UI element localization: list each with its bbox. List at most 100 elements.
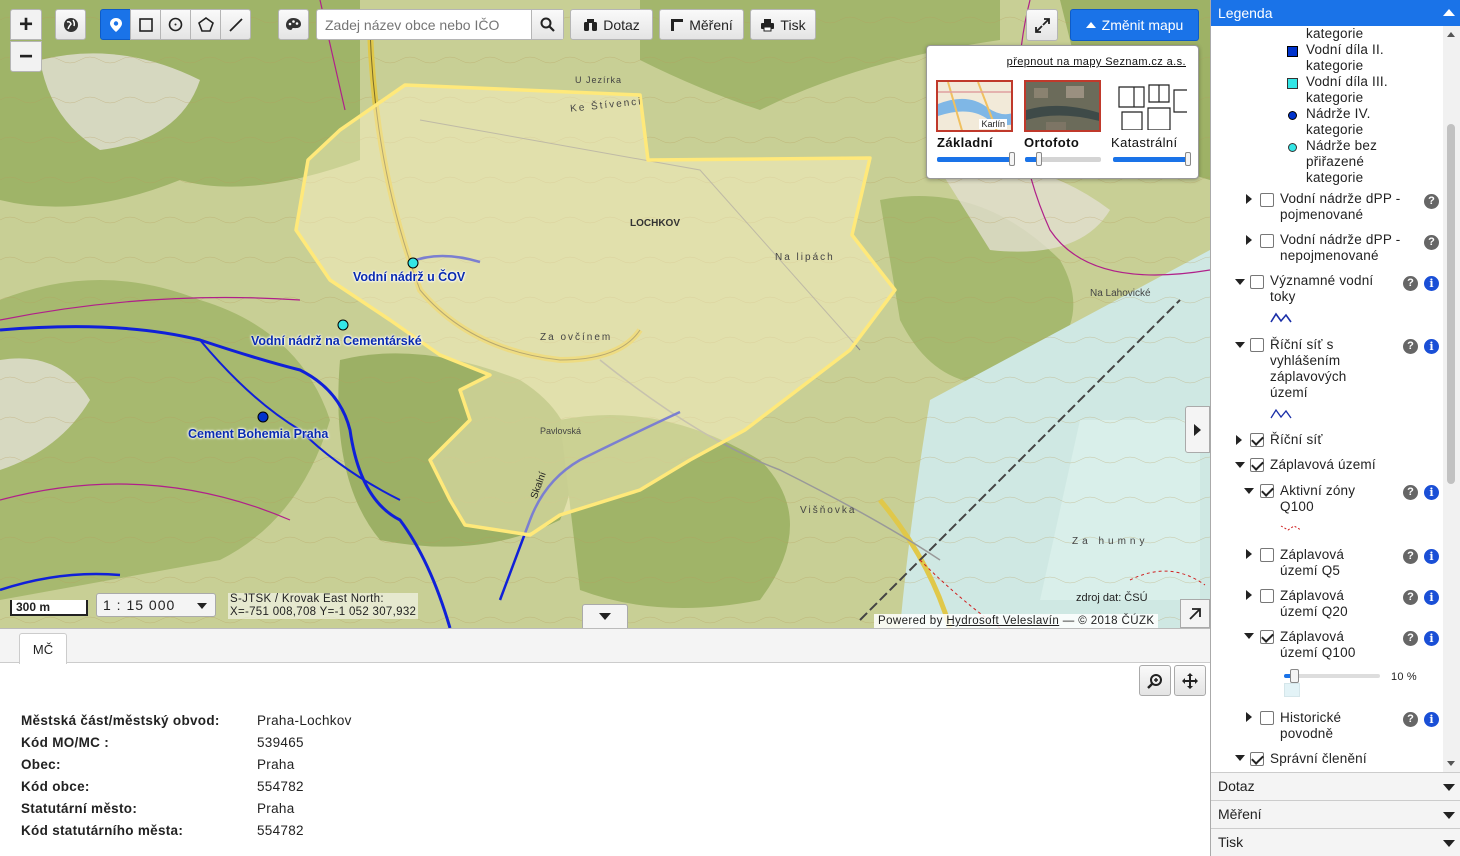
legend-text: Správní členění xyxy=(1270,751,1367,766)
layer-checkbox[interactable] xyxy=(1260,234,1274,248)
caret-down-icon[interactable] xyxy=(1244,488,1254,494)
pan-to-feature-button[interactable] xyxy=(1174,665,1206,696)
change-map-button[interactable]: Změnit mapu xyxy=(1070,9,1199,41)
help-icon[interactable]: ? xyxy=(1424,235,1439,250)
basemap-thumb-ortofoto[interactable] xyxy=(1024,80,1101,132)
info-icon[interactable]: i xyxy=(1424,549,1439,564)
coords-crs: S-JTSK / Krovak East North: xyxy=(230,593,384,605)
info-icon[interactable]: i xyxy=(1424,339,1439,354)
opacity-slider-ortofoto[interactable] xyxy=(1025,152,1101,166)
scroll-down-icon[interactable] xyxy=(1447,761,1455,766)
layer-checkbox-checked[interactable] xyxy=(1250,433,1264,447)
scroll-thumb[interactable] xyxy=(1447,124,1455,484)
caret-down-icon[interactable] xyxy=(1244,633,1254,639)
tisk-button[interactable]: Tisk xyxy=(750,9,816,40)
attribute-row: Kód statutárního města: 554782 xyxy=(21,819,352,841)
basemap-thumb-zakladni[interactable]: Karlín xyxy=(936,80,1013,132)
legend-scroll[interactable]: kategorie Vodní díla II. kategorie Vodní… xyxy=(1211,26,1460,772)
info-icon[interactable]: i xyxy=(1424,276,1439,291)
switch-seznam-link[interactable]: přepnout na mapy Seznam.cz a.s. xyxy=(1007,56,1186,68)
layers-button[interactable] xyxy=(278,9,309,40)
caret-down-icon[interactable] xyxy=(1235,279,1245,285)
tab-mc[interactable]: MČ xyxy=(19,633,67,664)
thumb-karlin-label: Karlín xyxy=(979,119,1007,129)
help-icon[interactable]: ? xyxy=(1424,194,1439,209)
caret-right-icon[interactable] xyxy=(1246,194,1252,204)
expand-bottom-button[interactable] xyxy=(582,604,628,628)
accordion-mereni[interactable]: Měření xyxy=(1211,800,1460,828)
layer-checkbox[interactable] xyxy=(1260,589,1274,603)
fullscreen-button[interactable] xyxy=(1026,9,1058,41)
map-label-lochkov: LOCHKOV xyxy=(630,218,680,229)
info-icon[interactable]: i xyxy=(1424,631,1439,646)
help-icon[interactable]: ? xyxy=(1403,590,1418,605)
accordion-dotaz[interactable]: Dotaz xyxy=(1211,772,1460,800)
polygon-tool-button[interactable] xyxy=(190,9,221,40)
layer-checkbox[interactable] xyxy=(1260,548,1274,562)
dotaz-button[interactable]: Dotaz xyxy=(570,9,653,40)
zoom-to-feature-button[interactable] xyxy=(1139,665,1171,696)
zoom-in-button[interactable]: + xyxy=(10,9,42,40)
globe-button[interactable] xyxy=(55,9,86,40)
help-icon[interactable]: ? xyxy=(1403,485,1418,500)
map-label-cementarske: Vodní nádrž na Cementárské xyxy=(251,334,422,348)
basemap-thumb-katastralni[interactable] xyxy=(1112,80,1189,132)
info-icon[interactable]: i xyxy=(1424,590,1439,605)
layer-checkbox-checked[interactable] xyxy=(1260,630,1274,644)
point-tool-button[interactable] xyxy=(100,9,131,40)
search-button[interactable] xyxy=(531,10,563,39)
slider-knob[interactable] xyxy=(1185,152,1191,166)
ruler-icon xyxy=(671,18,684,31)
accordion-tisk[interactable]: Tisk xyxy=(1211,828,1460,856)
search-input[interactable] xyxy=(317,10,531,39)
caret-down-icon[interactable] xyxy=(1235,755,1245,761)
opacity-slider-katastralni[interactable] xyxy=(1113,152,1191,166)
slider-knob[interactable] xyxy=(1036,152,1043,166)
rectangle-tool-button[interactable] xyxy=(130,9,161,40)
caret-right-icon[interactable] xyxy=(1246,590,1252,600)
layer-checkbox[interactable] xyxy=(1250,338,1264,352)
legend-header[interactable]: Legenda xyxy=(1211,0,1460,26)
opacity-slider-zakladni[interactable] xyxy=(937,152,1015,166)
layer-checkbox-checked[interactable] xyxy=(1250,458,1264,472)
attribute-value: Praha xyxy=(257,756,295,772)
help-icon[interactable]: ? xyxy=(1403,631,1418,646)
q100-opacity-slider[interactable] xyxy=(1284,669,1380,683)
map-canvas[interactable]: Vodní nádrž u ČOV Vodní nádrž na Cementá… xyxy=(0,0,1210,628)
caret-down-icon[interactable] xyxy=(1235,462,1245,468)
help-icon[interactable]: ? xyxy=(1403,549,1418,564)
layer-checkbox[interactable] xyxy=(1260,711,1274,725)
scroll-up-icon[interactable] xyxy=(1447,32,1455,37)
caret-right-icon[interactable] xyxy=(1236,435,1242,445)
expand-right-button[interactable] xyxy=(1185,406,1210,453)
legend-text: kategorie xyxy=(1306,170,1364,185)
layer-checkbox[interactable] xyxy=(1250,275,1264,289)
caret-down-icon[interactable] xyxy=(1235,342,1245,348)
help-icon[interactable]: ? xyxy=(1403,276,1418,291)
slider-knob[interactable] xyxy=(1289,669,1299,683)
help-icon[interactable]: ? xyxy=(1403,339,1418,354)
layer-checkbox-checked[interactable] xyxy=(1260,484,1274,498)
info-icon[interactable]: i xyxy=(1424,485,1439,500)
caret-right-icon[interactable] xyxy=(1246,235,1252,245)
mereni-button[interactable]: Měření xyxy=(659,9,744,40)
caret-right-icon[interactable] xyxy=(1246,712,1252,722)
slider-knob[interactable] xyxy=(1009,152,1015,166)
zoom-out-button[interactable]: − xyxy=(10,41,42,72)
line-tool-button[interactable] xyxy=(220,9,251,40)
attribution-link[interactable]: Hydrosoft Veleslavín xyxy=(946,615,1059,627)
attribute-value: 554782 xyxy=(257,778,304,794)
info-icon[interactable]: i xyxy=(1424,712,1439,727)
corner-resize-button[interactable] xyxy=(1180,599,1210,628)
layer-checkbox[interactable] xyxy=(1260,193,1274,207)
legend-scrollbar[interactable] xyxy=(1443,26,1460,772)
caret-right-icon[interactable] xyxy=(1246,549,1252,559)
info-panel: MČ Městská část/městský obvod: Praha-Loch… xyxy=(0,628,1210,856)
legend-text: toky xyxy=(1270,289,1296,304)
help-icon[interactable]: ? xyxy=(1403,712,1418,727)
scale-select[interactable]: 1 : 15 000 xyxy=(96,593,216,617)
layer-checkbox-checked[interactable] xyxy=(1250,752,1264,766)
legend-text: Historické xyxy=(1280,710,1342,725)
circle-tool-button[interactable] xyxy=(160,9,191,40)
attribute-row: Městská část/městský obvod: Praha-Lochkov xyxy=(21,709,352,731)
